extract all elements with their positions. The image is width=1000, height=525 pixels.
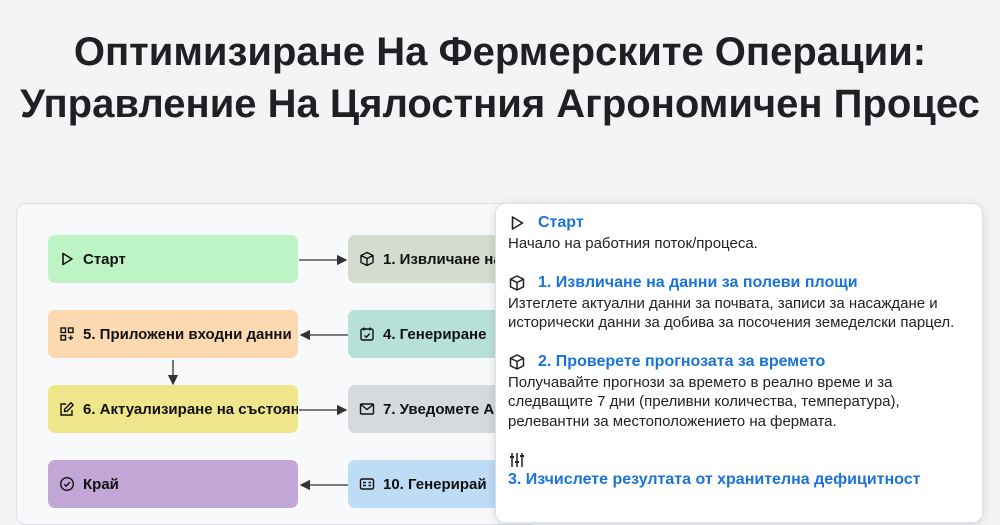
calendar-check-icon: [359, 326, 375, 342]
node-label: Край: [83, 475, 119, 493]
cube-icon: [508, 353, 526, 371]
detail-title[interactable]: Старт: [538, 214, 584, 232]
node-step6[interactable]: 6. Актуализиране на състоянието: [48, 385, 298, 433]
node-label: 5. Приложени входни данни: [83, 325, 292, 343]
detail-title[interactable]: 2. Проверете прогнозата за времето: [538, 353, 825, 371]
node-step5[interactable]: 5. Приложени входни данни: [48, 310, 298, 358]
cube-icon: [508, 274, 526, 292]
edit-icon: [59, 401, 75, 417]
page-title: Оптимизиране На Фермерските Операции: Уп…: [20, 30, 980, 126]
sliders-icon: [508, 451, 526, 469]
step-details-panel[interactable]: Старт Начало на работния поток/процеса. …: [495, 203, 983, 523]
detail-description: Начало на работния поток/процеса.: [508, 235, 758, 252]
node-label: Старт: [83, 250, 126, 268]
detail-step2: 2. Проверете прогнозата за времето Получ…: [508, 353, 970, 432]
detail-title[interactable]: 3. Изчислете резултата от хранителна деф…: [508, 471, 920, 488]
node-label: 10. Генерирай: [383, 475, 487, 493]
play-icon: [508, 214, 526, 232]
node-label: 6. Актуализиране на състоянието: [83, 400, 298, 418]
detail-step3: 3. Изчислете резултата от хранителна деф…: [508, 451, 970, 489]
detail-description: Изтеглете актуални данни за почвата, зап…: [508, 294, 955, 332]
detail-start: Старт Начало на работния поток/процеса.: [508, 214, 970, 254]
grid-plus-icon: [59, 326, 75, 342]
id-card-icon: [359, 476, 375, 492]
mail-icon: [359, 401, 375, 417]
detail-title[interactable]: 1. Извличане на данни за полеви площи: [538, 274, 858, 292]
check-circle-icon: [59, 476, 75, 492]
detail-description: Получавайте прогнози за времето в реално…: [508, 373, 900, 430]
cube-icon: [359, 251, 375, 267]
detail-step1: 1. Извличане на данни за полеви площи Из…: [508, 274, 970, 333]
node-label: 4. Генериране: [383, 325, 487, 343]
node-label: 7. Уведомете А: [383, 400, 495, 418]
play-icon: [59, 251, 75, 267]
node-start[interactable]: Старт: [48, 235, 298, 283]
node-end[interactable]: Край: [48, 460, 298, 508]
workflow-diagram: Старт 1. Извличане на данни за полеви пл…: [16, 203, 538, 525]
